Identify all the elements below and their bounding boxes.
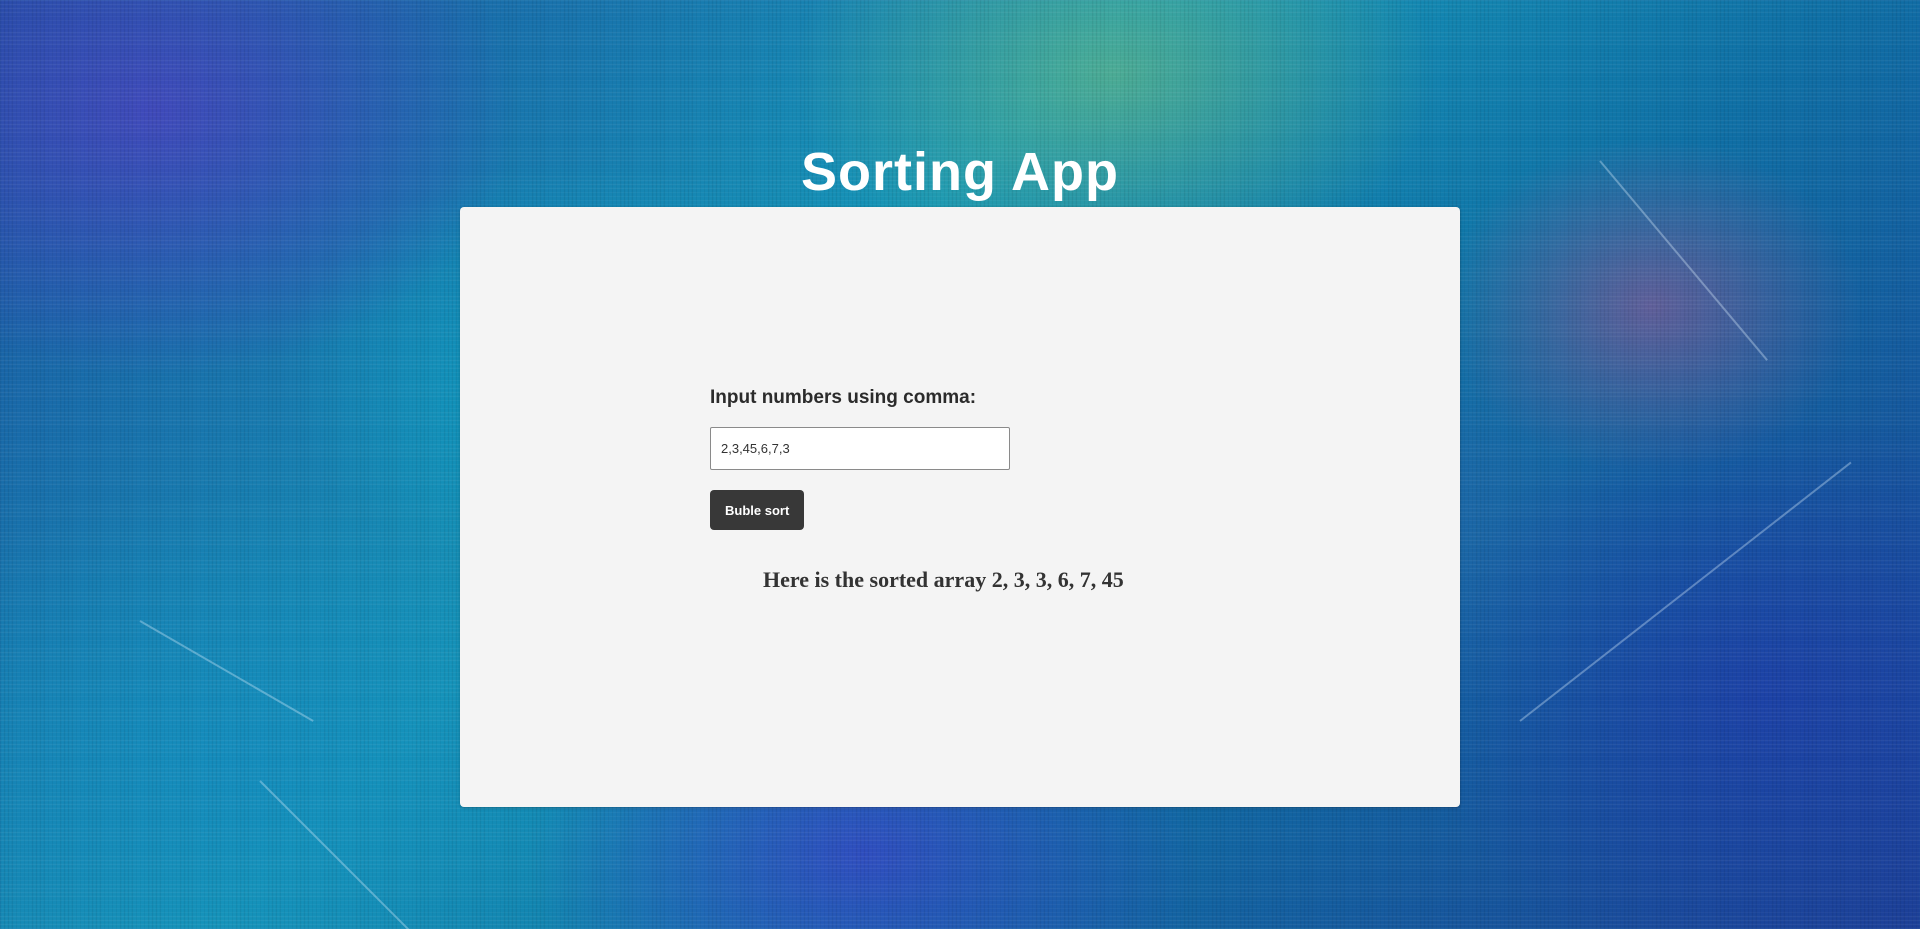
page-background: { "app": { "title": "Sorting App" }, "fo… <box>0 0 1920 929</box>
background-streak <box>1519 461 1852 722</box>
title-container: Sorting App <box>460 140 1460 204</box>
sort-form: Input numbers using comma: Buble sort <box>710 387 1310 530</box>
bubble-sort-button[interactable]: Buble sort <box>710 490 805 530</box>
input-label: Input numbers using comma: <box>710 387 977 408</box>
app-title: Sorting App <box>801 142 1119 202</box>
background-streak <box>1599 160 1768 361</box>
background-streak <box>139 620 314 722</box>
numbers-input[interactable] <box>710 427 1010 470</box>
background-streak <box>259 780 445 929</box>
sorting-card: Input numbers using comma: Buble sort He… <box>460 207 1460 807</box>
sorted-result-text: Here is the sorted array 2, 3, 3, 6, 7, … <box>763 567 1124 592</box>
